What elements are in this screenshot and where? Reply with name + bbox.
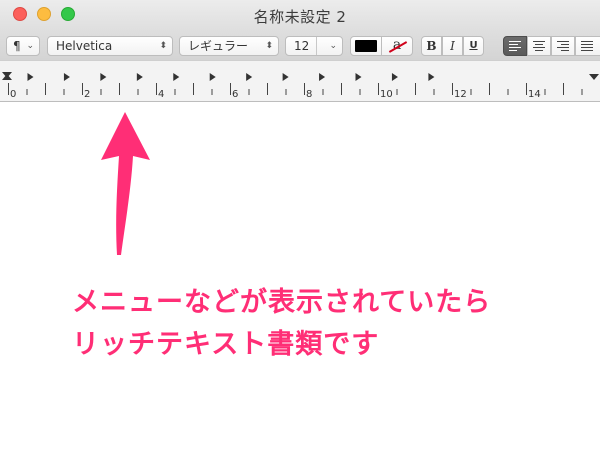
divider <box>316 37 317 55</box>
ruler-label: 4 <box>158 89 164 100</box>
window-title: 名称未設定 2 <box>253 8 347 26</box>
ruler-graphic: 0 2 4 6 8 10 12 14 <box>2 72 599 100</box>
font-style-popup[interactable]: レギュラー ⬍ <box>179 36 279 56</box>
tab-stop-marker[interactable] <box>428 73 435 81</box>
text-color-well[interactable] <box>350 36 382 56</box>
tab-stop-marker[interactable] <box>282 73 289 81</box>
font-family-popup[interactable]: Helvetica ⬍ <box>47 36 173 56</box>
left-indent-marker[interactable] <box>2 74 12 80</box>
tab-stop-marker[interactable] <box>246 73 253 81</box>
align-center-button[interactable] <box>527 36 551 56</box>
ruler-label: 12 <box>454 89 467 100</box>
chevron-down-icon[interactable]: ⌄ <box>329 37 337 55</box>
right-margin-marker[interactable] <box>589 74 599 80</box>
ruler-label: 2 <box>84 89 90 100</box>
tab-stop-marker[interactable] <box>63 73 70 81</box>
bold-button[interactable]: B <box>421 36 442 56</box>
format-toolbar: ¶ ⌄ Helvetica ⬍ レギュラー ⬍ 12 ⌄ a B I U <box>0 32 600 60</box>
annotation-line-1: メニューなどが表示されていたら <box>72 287 492 318</box>
updown-chevron-icon: ⬍ <box>265 41 273 51</box>
tab-stop-marker[interactable] <box>100 73 107 81</box>
ruler-label: 6 <box>232 89 238 100</box>
paragraph-label: ¶ <box>13 39 21 53</box>
text-edit-window: 名称未設定 2 ¶ ⌄ Helvetica ⬍ レギュラー ⬍ 12 ⌄ a B… <box>0 0 600 473</box>
tab-stop-marker[interactable] <box>209 73 216 81</box>
title-bar[interactable]: 名称未設定 2 <box>0 0 600 32</box>
tab-stop-marker[interactable] <box>391 73 398 81</box>
font-family-value: Helvetica <box>56 39 113 53</box>
align-right-button[interactable] <box>551 36 575 56</box>
pointer-arrow-icon <box>101 112 150 255</box>
tab-stop-marker[interactable] <box>319 73 326 81</box>
tab-stop-marker[interactable] <box>173 73 180 81</box>
align-justify-button[interactable] <box>575 36 600 56</box>
tab-stop-marker[interactable] <box>136 73 143 81</box>
text-color-swatch <box>355 40 377 52</box>
tab-stop-marker[interactable] <box>27 73 34 81</box>
ruler-label: 10 <box>380 89 393 100</box>
paragraph-styles-popup[interactable]: ¶ ⌄ <box>6 36 40 56</box>
highlight-color-button[interactable]: a <box>381 36 413 56</box>
annotation-line-2: リッチテキスト書類です <box>72 329 380 360</box>
tab-stop-marker[interactable] <box>355 73 362 81</box>
font-size-value[interactable]: 12 <box>294 39 309 53</box>
underline-button[interactable]: U <box>463 36 484 56</box>
ruler[interactable]: 0 2 4 6 8 10 12 14 <box>0 60 600 102</box>
updown-chevron-icon: ⬍ <box>159 41 167 51</box>
font-style-value: レギュラー <box>188 39 249 53</box>
ruler-label: 8 <box>306 89 312 100</box>
ruler-label: 0 <box>10 89 16 100</box>
ruler-label: 14 <box>528 89 541 100</box>
font-size-combobox[interactable]: 12 ⌄ <box>285 36 343 56</box>
chevron-down-icon: ⌄ <box>26 41 34 51</box>
italic-button[interactable]: I <box>442 36 463 56</box>
align-left-button[interactable] <box>503 36 527 56</box>
